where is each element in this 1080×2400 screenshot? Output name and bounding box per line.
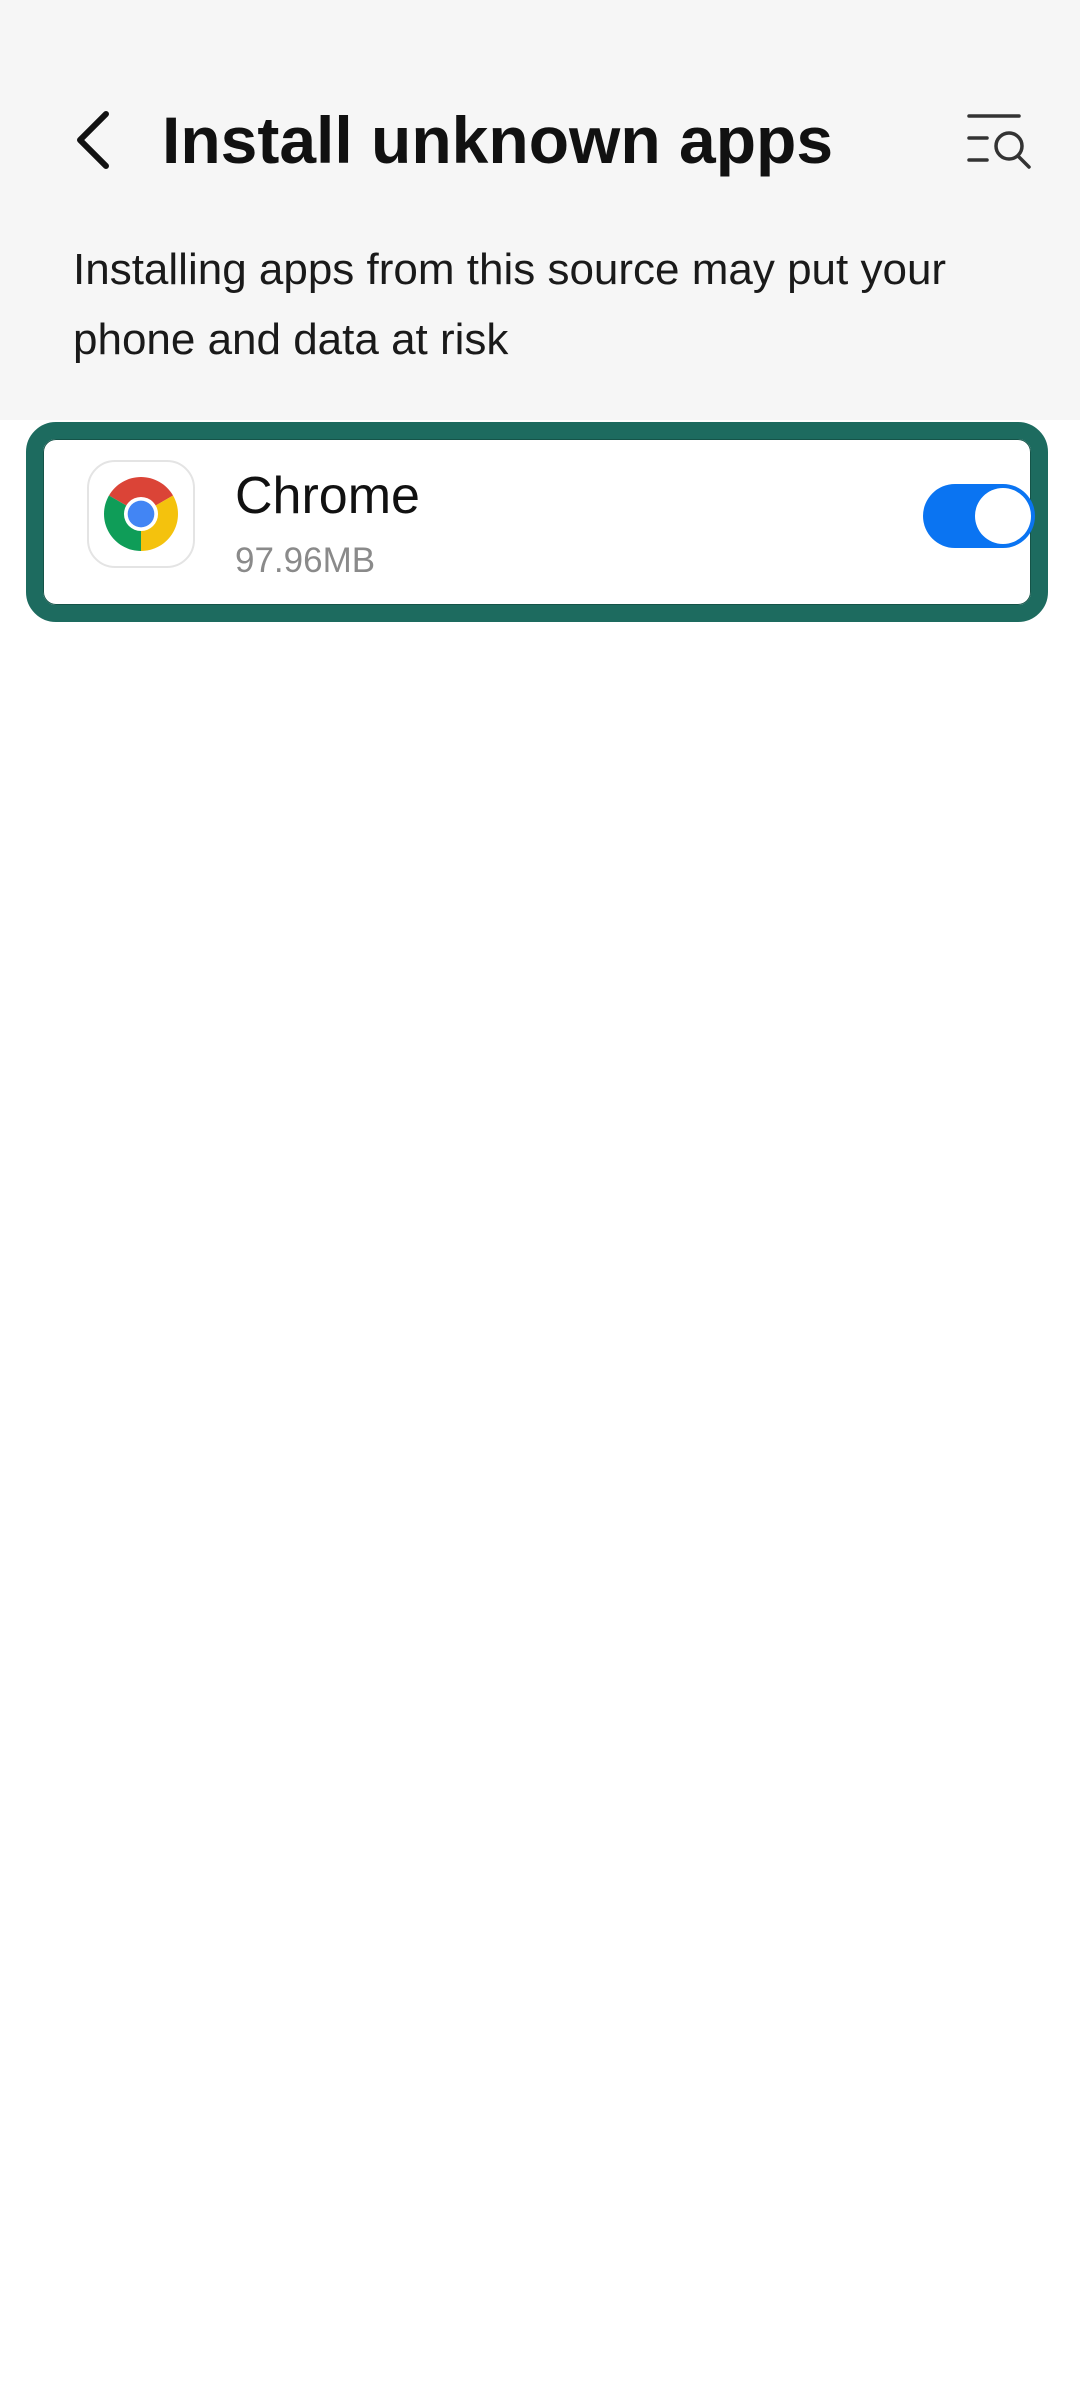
back-button[interactable] xyxy=(56,102,132,178)
search-button[interactable] xyxy=(960,104,1040,176)
back-arrow-icon xyxy=(77,111,109,169)
chrome-icon xyxy=(87,460,195,568)
app-list-item-chrome[interactable]: Chrome 97.96MB xyxy=(26,422,1048,622)
allow-install-toggle[interactable] xyxy=(923,484,1035,548)
content-sheet xyxy=(0,420,1080,2400)
app-size: 97.96MB xyxy=(235,541,376,580)
toggle-knob xyxy=(975,488,1031,544)
app-name: Chrome xyxy=(235,467,420,525)
warning-message: Installing apps from this source may put… xyxy=(73,245,947,364)
chrome-logo-icon xyxy=(104,477,178,551)
app-bar: Install unknown apps xyxy=(0,90,1080,190)
page-title: Install unknown apps xyxy=(162,103,834,177)
search-list-icon xyxy=(967,114,1031,169)
